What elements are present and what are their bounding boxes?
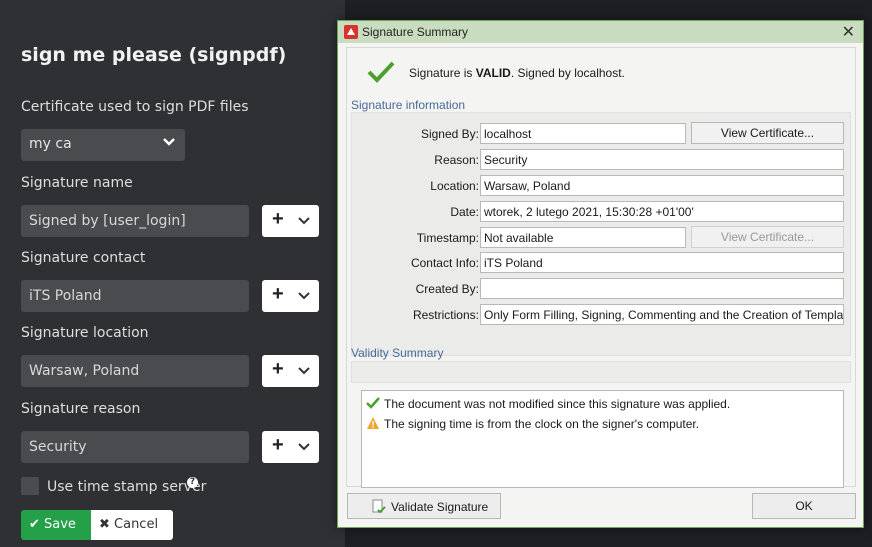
document-check-icon bbox=[372, 499, 386, 514]
status-valid: VALID bbox=[475, 66, 511, 80]
signature-name-add-dropdown[interactable]: + bbox=[262, 205, 319, 237]
dialog-title: Signature Summary bbox=[362, 25, 469, 39]
pdf-app-icon bbox=[344, 25, 358, 39]
ok-button[interactable]: OK bbox=[752, 493, 856, 519]
contact-info-label: Contact Info: bbox=[410, 256, 479, 270]
validity-summary-group-label: Validity Summary bbox=[351, 346, 444, 360]
signature-contact-label: Signature contact bbox=[21, 250, 146, 266]
signature-summary-dialog: Signature Summary ✕ Signature is VALID. … bbox=[337, 20, 864, 528]
save-button[interactable]: ✔ Save bbox=[21, 510, 91, 540]
signature-info-group-label: Signature information bbox=[351, 98, 466, 112]
cancel-button[interactable]: ✖ Cancel bbox=[91, 510, 173, 540]
help-icon[interactable]: ? bbox=[187, 477, 198, 488]
contact-info-field[interactable]: iTS Poland bbox=[480, 252, 844, 273]
signature-location-label: Signature location bbox=[21, 325, 149, 341]
restrictions-label: Restrictions: bbox=[412, 308, 479, 322]
signature-location-add-dropdown[interactable]: + bbox=[262, 355, 319, 387]
chevron-down-icon bbox=[298, 292, 310, 300]
signature-location-input[interactable]: Warsaw, Poland bbox=[21, 355, 249, 387]
signature-name-input[interactable]: Signed by [user_login] bbox=[21, 205, 249, 237]
location-label: Location: bbox=[430, 179, 479, 193]
validity-summary-group bbox=[351, 361, 851, 383]
plus-icon: + bbox=[272, 358, 284, 380]
signature-name-label: Signature name bbox=[21, 175, 133, 191]
chevron-down-icon bbox=[298, 217, 310, 225]
signpdf-settings-panel: sign me please (signpdf) Certificate use… bbox=[0, 0, 345, 547]
date-field[interactable]: wtorek, 2 lutego 2021, 15:30:28 +01'00' bbox=[480, 201, 844, 222]
chevron-down-icon bbox=[298, 443, 310, 451]
location-field[interactable]: Warsaw, Poland bbox=[480, 175, 844, 196]
signed-by-label: Signed By: bbox=[420, 127, 479, 141]
validity-item-text: The signing time is from the clock on th… bbox=[384, 417, 700, 431]
timestamp-field[interactable]: Not available bbox=[480, 227, 686, 248]
signature-reason-label: Signature reason bbox=[21, 401, 141, 417]
validate-signature-label: Validate Signature bbox=[391, 500, 489, 514]
date-label: Date: bbox=[450, 205, 479, 219]
signature-status-text: Signature is VALID. Signed by localhost. bbox=[409, 66, 625, 80]
reason-label: Reason: bbox=[434, 153, 479, 167]
signature-contact-input[interactable]: iTS Poland bbox=[21, 280, 249, 312]
certificate-select-value: my ca bbox=[29, 136, 72, 152]
validate-signature-button[interactable]: Validate Signature bbox=[347, 493, 501, 519]
plus-icon: + bbox=[272, 434, 284, 456]
status-suffix: . Signed by localhost. bbox=[510, 66, 625, 80]
signed-by-field[interactable]: localhost bbox=[480, 123, 686, 144]
view-certificate-button[interactable]: View Certificate... bbox=[691, 122, 844, 144]
check-icon bbox=[366, 397, 380, 409]
timestamp-label: Timestamp: bbox=[416, 231, 479, 245]
status-prefix: Signature is bbox=[409, 66, 476, 80]
signature-reason-input[interactable]: Security bbox=[21, 431, 249, 463]
warning-icon bbox=[367, 417, 379, 429]
valid-check-icon bbox=[367, 61, 395, 83]
dialog-titlebar: Signature Summary ✕ bbox=[338, 21, 863, 43]
signature-reason-add-dropdown[interactable]: + bbox=[262, 431, 319, 463]
signature-contact-add-dropdown[interactable]: + bbox=[262, 280, 319, 312]
certificate-label: Certificate used to sign PDF files bbox=[21, 99, 249, 115]
reason-field[interactable]: Security bbox=[480, 149, 844, 170]
dialog-content: Signature is VALID. Signed by localhost.… bbox=[346, 47, 856, 488]
timestamp-checkbox[interactable] bbox=[21, 477, 39, 495]
plus-icon: + bbox=[272, 283, 284, 305]
chevron-down-icon bbox=[298, 367, 310, 375]
page-title: sign me please (signpdf) bbox=[21, 44, 287, 66]
view-timestamp-certificate-button: View Certificate... bbox=[691, 226, 844, 248]
created-by-field[interactable] bbox=[480, 278, 844, 299]
created-by-label: Created By: bbox=[415, 282, 479, 296]
validity-summary-list: The document was not modified since this… bbox=[361, 390, 844, 488]
plus-icon: + bbox=[272, 208, 284, 230]
validity-item-text: The document was not modified since this… bbox=[384, 397, 731, 411]
restrictions-field[interactable]: Only Form Filling, Signing, Commenting a… bbox=[480, 304, 844, 325]
close-icon[interactable]: ✕ bbox=[842, 22, 855, 42]
timestamp-checkbox-label: Use time stamp server bbox=[47, 479, 207, 495]
certificate-select[interactable]: my ca bbox=[21, 129, 185, 161]
chevron-down-icon bbox=[163, 138, 175, 146]
